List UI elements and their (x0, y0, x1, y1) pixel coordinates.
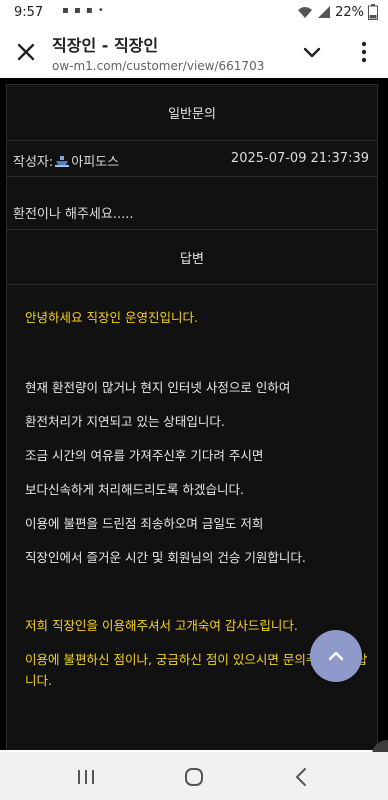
page-url[interactable]: ow-m1.com/customer/view/661703 (52, 59, 292, 73)
home-icon[interactable] (182, 766, 206, 788)
browser-toolbar: 직장인 - 직장인 ow-m1.com/customer/view/661703 (0, 26, 388, 78)
author-label: 작성자: (13, 155, 54, 170)
answer-line: 환전처리가 지연되고 있는 상태입니다. (25, 414, 225, 429)
ship-icon (55, 155, 70, 167)
page-title: 직장인 - 직장인 (52, 36, 159, 55)
answer-body: 안녕하세요 직장인 운영진입니다. 현재 환전량이 많거나 현지 인터넷 사정으… (7, 285, 377, 750)
wifi-icon (298, 7, 313, 18)
answer-line: 이용에 불편을 드린점 죄송하오며 금일도 저희 (25, 516, 264, 531)
answer-line: 직장인에서 즐거운 시간 및 회원님의 건승 기원합니다. (25, 550, 306, 565)
answer-line: 니다. (25, 673, 52, 688)
status-right: 22% (297, 4, 378, 20)
chevron-up-icon (328, 651, 344, 661)
answer-line: 안녕하세요 직장인 운영진입니다. (25, 310, 198, 325)
answer-heading: 답변 (7, 229, 377, 285)
answer-line: 보다신속하게 처리해드리도록 하겠습니다. (25, 482, 244, 497)
close-icon[interactable] (12, 38, 40, 66)
answer-line: 현재 환전량이 많거나 현지 인터넷 사정으로 인하여 (25, 380, 291, 395)
battery-level: 22% (335, 4, 364, 20)
author-name: 아피도스 (71, 155, 120, 170)
post-date: 2025-07-09 21:37:39 (230, 151, 369, 166)
back-icon[interactable] (290, 766, 314, 788)
more-vert-icon[interactable] (352, 38, 376, 66)
chevron-down-icon[interactable] (300, 40, 324, 64)
question-text: 환전이나 해주세요..... (13, 207, 134, 222)
post-meta: 작성자: 아피도스 2025-07-09 21:37:39 (7, 141, 377, 177)
answer-line: 조금 시간의 여유를 가져주신후 기다려 주시면 (25, 448, 264, 463)
inquiry-category: 일반문의 (7, 85, 377, 141)
signal-icon (318, 6, 331, 18)
scroll-top-button[interactable] (310, 630, 362, 682)
status-bar: 9:57 ▪ ▪ ▪ • 22% (0, 0, 388, 26)
post-author: 작성자: 아피도스 (13, 151, 119, 170)
recent-apps-icon[interactable] (74, 766, 98, 788)
page-info: 직장인 - 직장인 ow-m1.com/customer/view/661703 (52, 32, 292, 73)
answer-line: 저희 직장인을 이용해주셔서 고개숙여 감사드립니다. (25, 618, 298, 633)
battery-icon (368, 4, 378, 20)
system-nav-bar (0, 752, 388, 800)
notification-icons: ▪ ▪ ▪ • (62, 5, 105, 16)
status-time: 9:57 (14, 5, 44, 20)
